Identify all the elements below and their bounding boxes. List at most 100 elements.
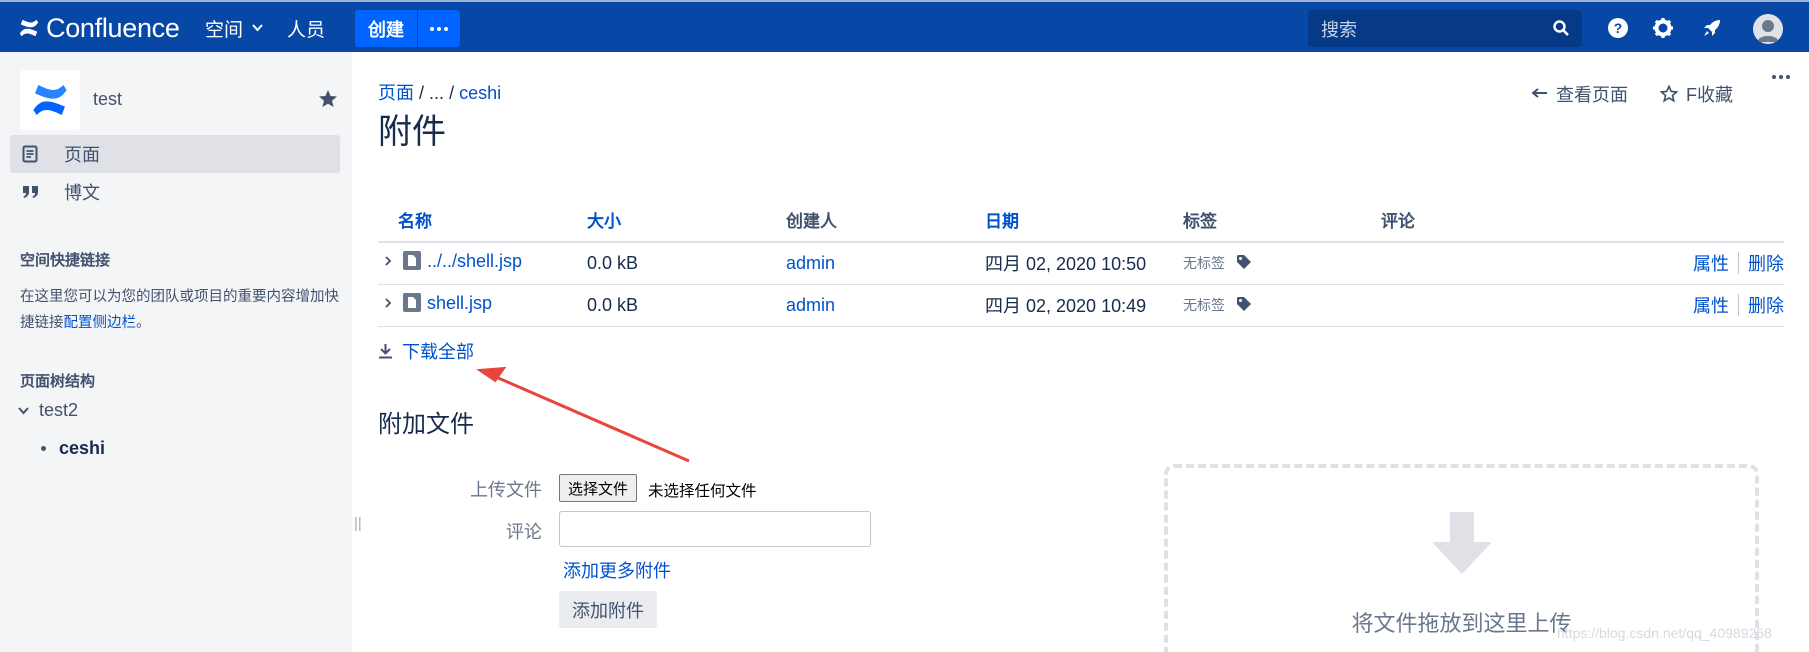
top-navigation-bar: Confluence 空间 人员 创建 搜索 ? — [0, 0, 1809, 52]
space-name[interactable]: test — [93, 89, 122, 110]
download-icon — [378, 343, 393, 359]
creator-link[interactable]: admin — [786, 295, 835, 315]
action-separator — [1738, 294, 1739, 316]
choose-file-button[interactable]: 选择文件 — [559, 474, 638, 502]
page-icon — [22, 145, 42, 163]
column-header-size[interactable]: 大小 — [587, 198, 786, 243]
create-button[interactable]: 创建 — [355, 10, 417, 47]
column-header-labels: 标签 — [1183, 198, 1381, 243]
cell-creator: admin — [786, 284, 985, 327]
watermark-text: https://blog.csdn.net/qq_40989258 — [1557, 625, 1772, 641]
tree-item-ceshi[interactable]: ceshi — [41, 438, 105, 459]
space-logo[interactable] — [20, 70, 80, 130]
more-dots-icon — [430, 26, 448, 31]
confluence-logo-icon — [19, 19, 39, 37]
nav-people-link[interactable]: 人员 — [287, 14, 325, 42]
cell-actions: 属性 删除 — [1521, 242, 1784, 285]
tree-item-test2[interactable]: test2 — [18, 400, 78, 421]
add-attachment-button[interactable]: 添加附件 — [559, 591, 657, 628]
chevron-right-icon[interactable] — [378, 297, 398, 312]
column-header-creator: 创建人 — [786, 198, 985, 243]
cell-date: 四月 02, 2020 10:50 — [985, 242, 1183, 285]
attachment-name-link[interactable]: shell.jsp — [427, 293, 492, 313]
creator-link[interactable]: admin — [786, 253, 835, 273]
tree-item-label: test2 — [39, 400, 79, 420]
breadcrumb-separator: / — [449, 83, 455, 103]
cell-labels: 无标签 — [1183, 242, 1381, 285]
sidebar-item-blog[interactable]: 博文 — [10, 173, 340, 211]
quote-icon — [22, 185, 42, 199]
user-avatar[interactable] — [1753, 14, 1783, 44]
help-icon[interactable]: ? — [1606, 16, 1630, 40]
file-icon — [403, 251, 422, 275]
breadcrumb: 页面 / ... / ceshi — [378, 79, 501, 105]
download-all-label: 下载全部 — [402, 342, 474, 362]
cell-date: 四月 02, 2020 10:49 — [985, 284, 1183, 327]
search-placeholder: 搜索 — [1321, 19, 1357, 40]
star-icon[interactable] — [318, 89, 338, 114]
breadcrumb-separator: / — [419, 83, 425, 103]
no-label-text: 无标签 — [1183, 296, 1225, 313]
nav-spaces-label: 空间 — [205, 19, 244, 41]
breadcrumb-root[interactable]: 页面 — [378, 83, 414, 103]
upload-file-label: 上传文件 — [470, 480, 542, 500]
add-more-attachments-link[interactable]: 添加更多附件 — [563, 557, 671, 583]
table-row: shell.jsp 0.0 kB admin 四月 02, 2020 10:49… — [378, 284, 1784, 327]
logo-text: Confluence — [46, 12, 180, 43]
breadcrumb-current[interactable]: ceshi — [459, 83, 501, 103]
table-row: ../../shell.jsp 0.0 kB admin 四月 02, 2020… — [378, 242, 1784, 285]
star-outline-icon — [1660, 85, 1678, 103]
delete-link[interactable]: 删除 — [1748, 254, 1784, 274]
properties-link[interactable]: 属性 — [1693, 254, 1729, 274]
tree-item-label: ceshi — [59, 438, 106, 458]
file-drop-zone[interactable]: 将文件拖放到这里上传 — [1164, 464, 1759, 652]
attachments-table: 名称 大小 创建人 日期 标签 评论 ../../shell.jsp 0.0 k… — [378, 198, 1784, 327]
no-file-chosen-text: 未选择任何文件 — [648, 483, 757, 500]
configure-sidebar-link[interactable]: 配置侧边栏 — [64, 315, 137, 331]
column-header-actions — [1521, 198, 1784, 243]
confluence-space-icon — [33, 85, 67, 115]
gear-icon[interactable] — [1651, 16, 1675, 40]
confluence-logo[interactable]: Confluence — [18, 10, 180, 46]
column-header-date[interactable]: 日期 — [985, 198, 1183, 243]
sidebar-item-pages[interactable]: 页面 — [10, 135, 340, 173]
nav-people-label: 人员 — [287, 19, 326, 41]
shortcuts-help-text: 在这里您可以为您的团队或项目的重要内容增加快捷链接配置侧边栏。 — [20, 284, 340, 336]
cell-creator: admin — [786, 242, 985, 285]
no-label-text: 无标签 — [1183, 254, 1225, 271]
breadcrumb-ellipsis[interactable]: ... — [429, 83, 444, 103]
chevron-down-icon[interactable] — [18, 406, 29, 415]
cell-size: 0.0 kB — [587, 284, 786, 327]
arrow-back-icon — [1532, 88, 1548, 100]
sidebar-item-label: 页面 — [64, 145, 100, 165]
cell-name: shell.jsp — [378, 284, 587, 327]
view-page-label: 查看页面 — [1556, 85, 1628, 105]
download-all-link[interactable]: 下载全部 — [378, 338, 474, 364]
page-title: 附件 — [378, 113, 446, 151]
nav-spaces-menu[interactable]: 空间 — [205, 14, 263, 42]
search-input[interactable]: 搜索 — [1308, 10, 1582, 47]
page-tree-heading: 页面树结构 — [20, 373, 96, 390]
attachment-name-link[interactable]: ../../shell.jsp — [427, 251, 522, 271]
tag-icon[interactable] — [1236, 296, 1252, 317]
view-page-button[interactable]: 查看页面 — [1532, 81, 1628, 107]
tag-icon[interactable] — [1236, 254, 1252, 275]
cell-size: 0.0 kB — [587, 242, 786, 285]
chevron-down-icon — [252, 24, 263, 32]
favorite-button[interactable]: F收藏 — [1660, 81, 1733, 107]
cell-comment — [1381, 284, 1521, 327]
comment-field[interactable] — [559, 511, 871, 547]
tree-bullet — [41, 446, 46, 451]
create-more-button[interactable] — [418, 10, 460, 47]
arrow-down-icon — [1432, 512, 1492, 574]
properties-link[interactable]: 属性 — [1693, 296, 1729, 316]
delete-link[interactable]: 删除 — [1748, 296, 1784, 316]
chevron-right-icon[interactable] — [378, 255, 398, 270]
page-more-actions-button[interactable] — [1772, 75, 1790, 79]
attach-files-heading: 附加文件 — [378, 411, 474, 438]
file-icon — [403, 293, 422, 317]
cell-actions: 属性 删除 — [1521, 284, 1784, 327]
column-header-name[interactable]: 名称 — [378, 198, 587, 243]
cell-name: ../../shell.jsp — [378, 242, 587, 285]
notifications-icon[interactable] — [1700, 16, 1724, 40]
